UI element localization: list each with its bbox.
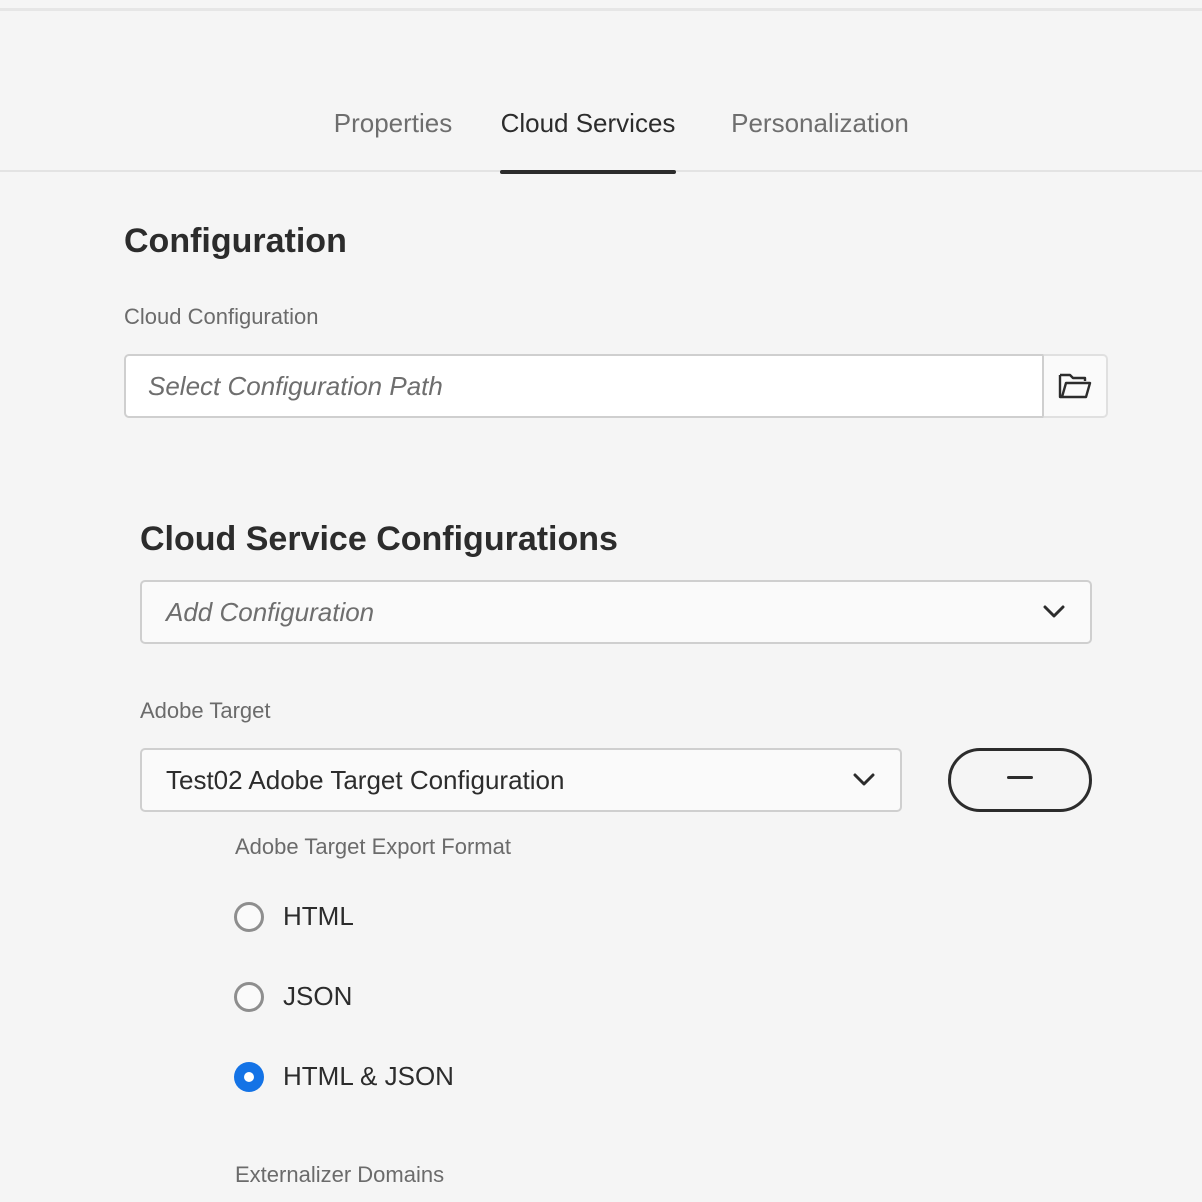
radio-circle[interactable] [234,901,264,932]
top-divider [0,8,1202,11]
cloud-service-configurations-heading: Cloud Service Configurations [140,520,618,558]
add-configuration-dropdown[interactable]: Add Configuration [140,580,1092,644]
radio-label: JSON [283,981,353,1011]
adobe-target-selected-value: Test02 Adobe Target Configuration [166,764,565,795]
radio-circle[interactable] [234,981,264,1012]
export-format-label: Adobe Target Export Format [235,834,511,859]
radio-label: HTML & JSON [283,1061,454,1091]
configuration-heading: Configuration [124,222,347,260]
minus-icon [1007,775,1033,779]
tab-bar: Properties Cloud Services Personalizatio… [0,88,1202,174]
page-properties-dialog: Properties Cloud Services Personalizatio… [0,0,1202,1202]
chevron-down-icon [852,768,876,792]
radio-circle-checked[interactable] [234,1061,264,1092]
tab-cloud-services[interactable]: Cloud Services [500,88,676,174]
chevron-down-icon [1042,600,1066,624]
add-configuration-placeholder: Add Configuration [166,596,375,627]
adobe-target-config-select[interactable]: Test02 Adobe Target Configuration [140,748,902,812]
browse-path-button[interactable] [1043,354,1108,418]
adobe-target-label: Adobe Target [140,698,271,723]
cloud-configuration-label: Cloud Configuration [124,304,319,329]
remove-configuration-button[interactable] [948,748,1092,812]
radio-json[interactable]: JSON [234,981,352,1012]
externalizer-domains-label: Externalizer Domains [235,1162,445,1187]
radio-label: HTML [283,901,354,931]
folder-open-icon [1058,373,1092,399]
tab-properties[interactable]: Properties [320,88,466,172]
radio-html-and-json[interactable]: HTML & JSON [234,1061,454,1092]
tab-personalization[interactable]: Personalization [718,88,922,172]
radio-html[interactable]: HTML [234,901,354,932]
configuration-path-input[interactable] [124,354,1044,418]
